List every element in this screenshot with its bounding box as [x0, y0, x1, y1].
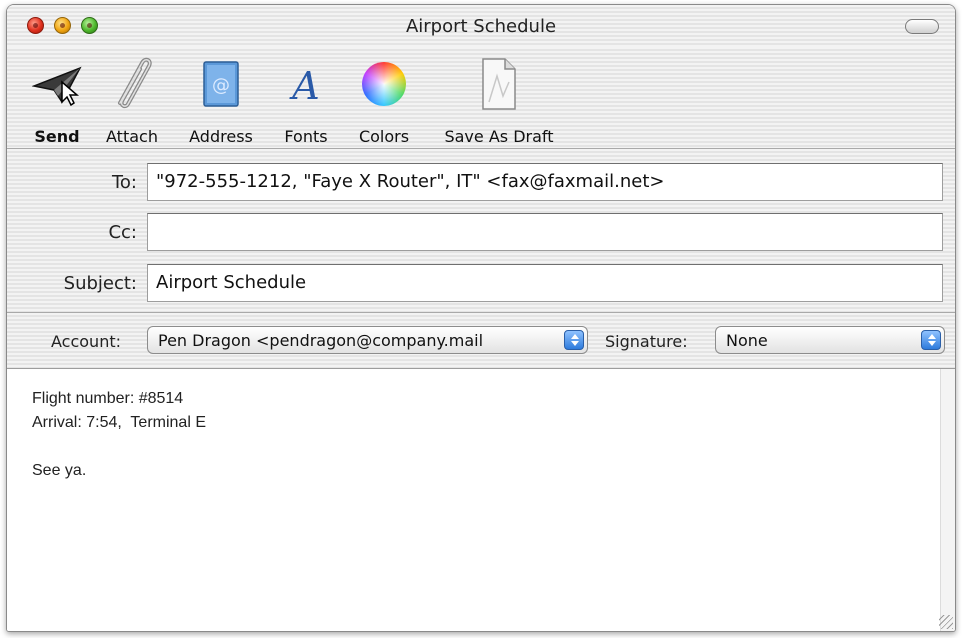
- subject-field[interactable]: Airport Schedule: [147, 264, 943, 302]
- signature-value: None: [726, 331, 768, 350]
- account-value: Pen Dragon <pendragon@company.mail: [158, 331, 484, 350]
- cc-label: Cc:: [108, 222, 137, 243]
- to-label: To:: [111, 172, 137, 193]
- toolbar-toggle-button[interactable]: [905, 19, 939, 34]
- popup-arrows-icon: [564, 330, 584, 350]
- body-line: [32, 435, 917, 459]
- resize-grip-icon[interactable]: [939, 615, 953, 629]
- signature-label: Signature:: [605, 332, 688, 351]
- paperclip-icon: [118, 57, 152, 109]
- send-button[interactable]: Send: [25, 55, 89, 146]
- svg-text:@: @: [212, 75, 230, 96]
- window-title: Airport Schedule: [405, 16, 557, 37]
- account-bar: Account: Pen Dragon <pendragon@company.m…: [7, 313, 955, 369]
- account-label: Account:: [51, 332, 121, 351]
- subject-label: Subject:: [63, 273, 137, 294]
- title-bar[interactable]: Airport Schedule: [7, 5, 955, 47]
- header-fields: To: "972-555-1212, "Faye X Router", IT" …: [7, 149, 955, 313]
- scrollbar-track[interactable]: [940, 369, 955, 631]
- address-book-icon: @: [203, 61, 239, 107]
- svg-text:A: A: [289, 64, 319, 108]
- colors-button[interactable]: Colors: [349, 55, 419, 146]
- body-line: Arrival: 7:54, Terminal E: [32, 414, 206, 431]
- send-label: Send: [34, 127, 80, 146]
- address-button[interactable]: @ Address: [179, 55, 263, 146]
- address-label: Address: [189, 127, 253, 146]
- mail-compose-window: Airport Schedule Send Attach @ Address A…: [6, 4, 956, 632]
- save-as-draft-label: Save As Draft: [444, 127, 554, 146]
- signature-popup[interactable]: None: [715, 326, 945, 354]
- cc-field[interactable]: [147, 213, 943, 251]
- popup-arrows-icon: [921, 330, 941, 350]
- message-body[interactable]: Flight number: #8514 Arrival: 7:54, Term…: [7, 369, 942, 631]
- paper-plane-icon: [32, 66, 82, 106]
- attach-button[interactable]: Attach: [97, 55, 167, 146]
- fonts-label: Fonts: [284, 127, 328, 146]
- color-wheel-icon: [362, 62, 406, 106]
- cc-row: Cc:: [7, 213, 955, 251]
- draft-page-icon: [482, 58, 516, 110]
- account-popup[interactable]: Pen Dragon <pendragon@company.mail: [147, 326, 588, 354]
- toolbar: Send Attach @ Address A Fonts Colors Sav…: [7, 47, 955, 149]
- to-row: To: "972-555-1212, "Faye X Router", IT" …: [7, 163, 955, 201]
- to-field[interactable]: "972-555-1212, "Faye X Router", IT" <fax…: [147, 163, 943, 201]
- body-line: Flight number: #8514: [32, 390, 184, 407]
- attach-label: Attach: [106, 127, 158, 146]
- save-as-draft-button[interactable]: Save As Draft: [433, 55, 565, 146]
- body-line: See ya.: [32, 462, 87, 479]
- colors-label: Colors: [358, 127, 410, 146]
- font-a-icon: A: [289, 64, 319, 108]
- fonts-button[interactable]: A Fonts: [277, 55, 335, 146]
- subject-row: Subject: Airport Schedule: [7, 264, 955, 302]
